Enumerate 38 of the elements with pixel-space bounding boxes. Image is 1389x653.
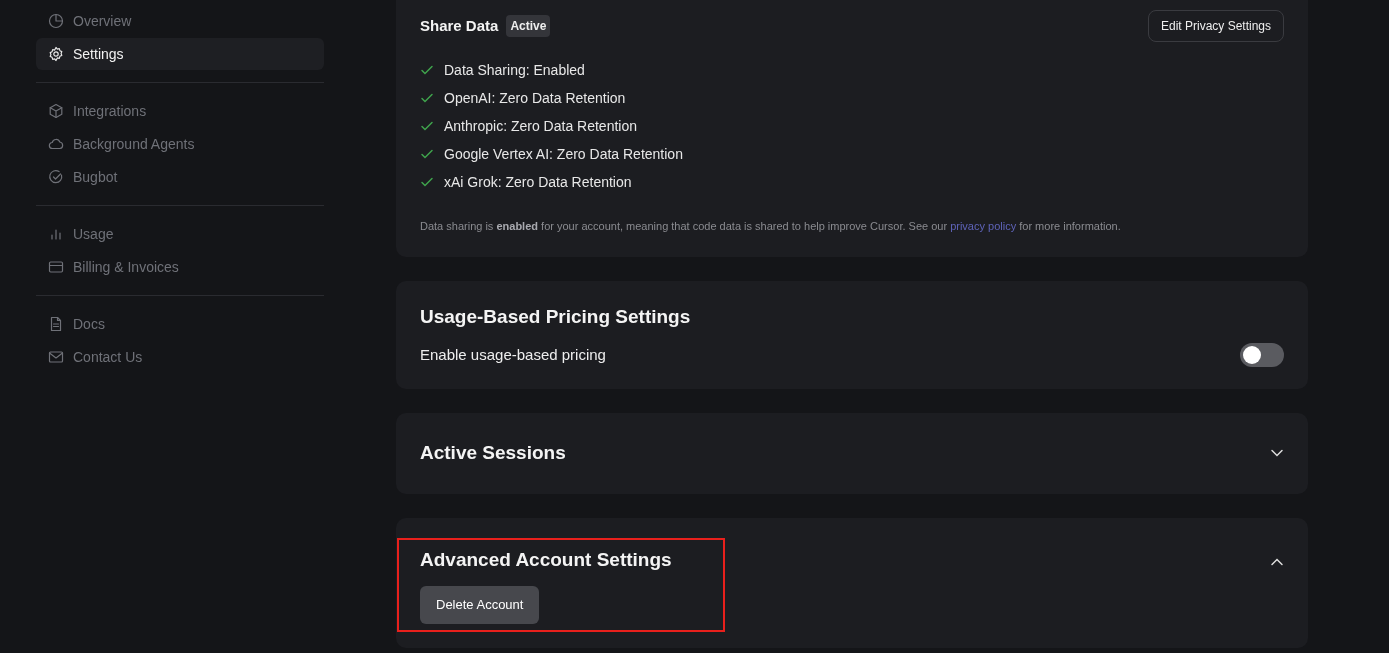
sidebar-item[interactable]: Overview (36, 5, 324, 37)
sidebar-item[interactable]: Integrations (36, 95, 324, 127)
privacy-policy-link[interactable]: privacy policy (950, 220, 1017, 232)
check-circle-icon (48, 169, 64, 185)
setting-label: Enable usage-based pricing (420, 344, 606, 365)
edit-privacy-button[interactable]: Edit Privacy Settings (1147, 10, 1284, 42)
sidebar-item[interactable]: Billing & Invoices (36, 251, 324, 283)
toggle-switch[interactable] (1240, 343, 1284, 367)
pie-chart-icon (48, 13, 64, 29)
document-icon (48, 316, 64, 332)
check-item-text: OpenAI: Zero Data Retention (444, 88, 626, 108)
status-badge: Active (506, 15, 551, 37)
settings-icon (48, 46, 64, 62)
check-item-text: Data Sharing: Enabled (444, 60, 585, 80)
sidebar-item[interactable]: Usage (36, 218, 324, 250)
check-item-text: xAi Grok: Zero Data Retention (444, 172, 632, 192)
mail-icon (48, 349, 64, 365)
cube-icon (48, 103, 64, 119)
sidebar-item[interactable]: Settings (36, 38, 324, 70)
delete-account-button[interactable]: Delete Account (420, 586, 540, 624)
check-icon (420, 119, 434, 133)
check-icon (420, 175, 434, 189)
check-icon (420, 63, 434, 77)
sidebar-item[interactable]: Contact Us (36, 341, 324, 373)
check-item-text: Google Vertex AI: Zero Data Retention (444, 144, 683, 164)
cloud-icon (48, 136, 64, 152)
check-item-text: Anthropic: Zero Data Retention (444, 116, 637, 136)
sidebar-item[interactable]: Docs (36, 308, 324, 340)
section-title: Usage-Based Pricing Settings (420, 304, 692, 329)
sidebar-item[interactable]: Background Agents (36, 128, 324, 160)
section-title: Advanced Account Settings (420, 547, 673, 572)
info-text: Data sharing is enabled for your account, meaning that code data is shared to help improve Cursor. See our privacy policy for more information. (420, 219, 1122, 234)
section-title: Share Data (420, 15, 499, 36)
sidebar-item[interactable]: Bugbot (36, 161, 324, 193)
section-title: Active Sessions (420, 441, 566, 465)
check-icon (420, 147, 434, 161)
credit-card-icon (48, 259, 64, 275)
check-icon (420, 91, 434, 105)
